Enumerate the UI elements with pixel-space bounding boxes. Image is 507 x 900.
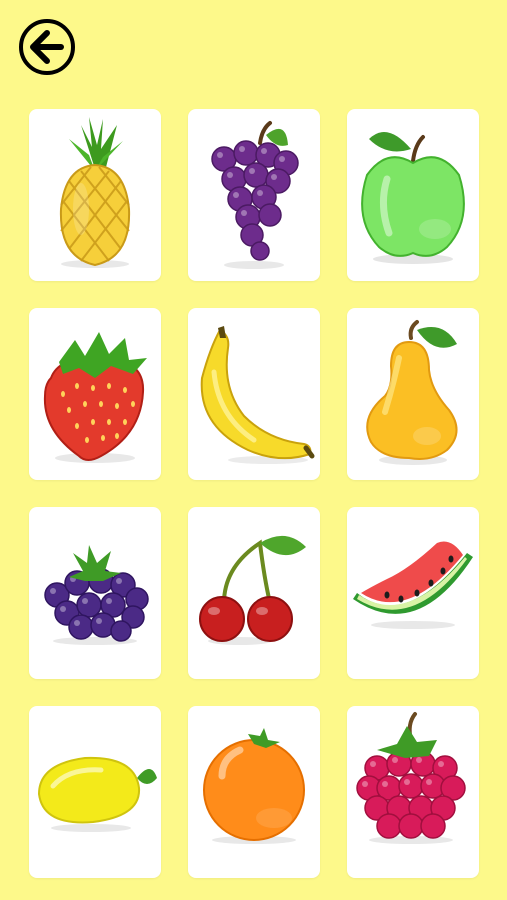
pear-icon bbox=[366, 320, 458, 465]
fruit-card-strawberry[interactable] bbox=[29, 308, 161, 480]
back-button[interactable] bbox=[18, 18, 76, 76]
arrow-left-circle-icon bbox=[19, 19, 75, 75]
fruit-card-watermelon-slice[interactable] bbox=[347, 507, 479, 679]
fruit-card-banana[interactable] bbox=[188, 308, 320, 480]
orange-icon bbox=[203, 728, 305, 844]
blackberry-icon bbox=[44, 545, 149, 645]
fruit-card-lemon[interactable] bbox=[29, 706, 161, 878]
fruit-card-cherries[interactable] bbox=[188, 507, 320, 679]
watermelon-slice-icon bbox=[353, 541, 473, 629]
fruit-card-pear[interactable] bbox=[347, 308, 479, 480]
fruit-card-grapes[interactable] bbox=[188, 109, 320, 281]
strawberry-icon bbox=[43, 332, 147, 463]
raspberry-icon bbox=[356, 712, 466, 844]
lemon-icon bbox=[37, 756, 157, 832]
grapes-icon bbox=[211, 121, 299, 269]
fruit-card-pineapple[interactable] bbox=[29, 109, 161, 281]
fruit-card-orange[interactable] bbox=[188, 706, 320, 878]
fruit-card-green-apple[interactable] bbox=[347, 109, 479, 281]
banana-icon bbox=[200, 326, 315, 464]
fruit-card-raspberry[interactable] bbox=[347, 706, 479, 878]
fruit-card-blackberry[interactable] bbox=[29, 507, 161, 679]
pineapple-icon bbox=[59, 117, 131, 268]
fruit-grid bbox=[29, 109, 481, 878]
cherries-icon bbox=[199, 535, 306, 645]
green-apple-icon bbox=[361, 131, 465, 264]
